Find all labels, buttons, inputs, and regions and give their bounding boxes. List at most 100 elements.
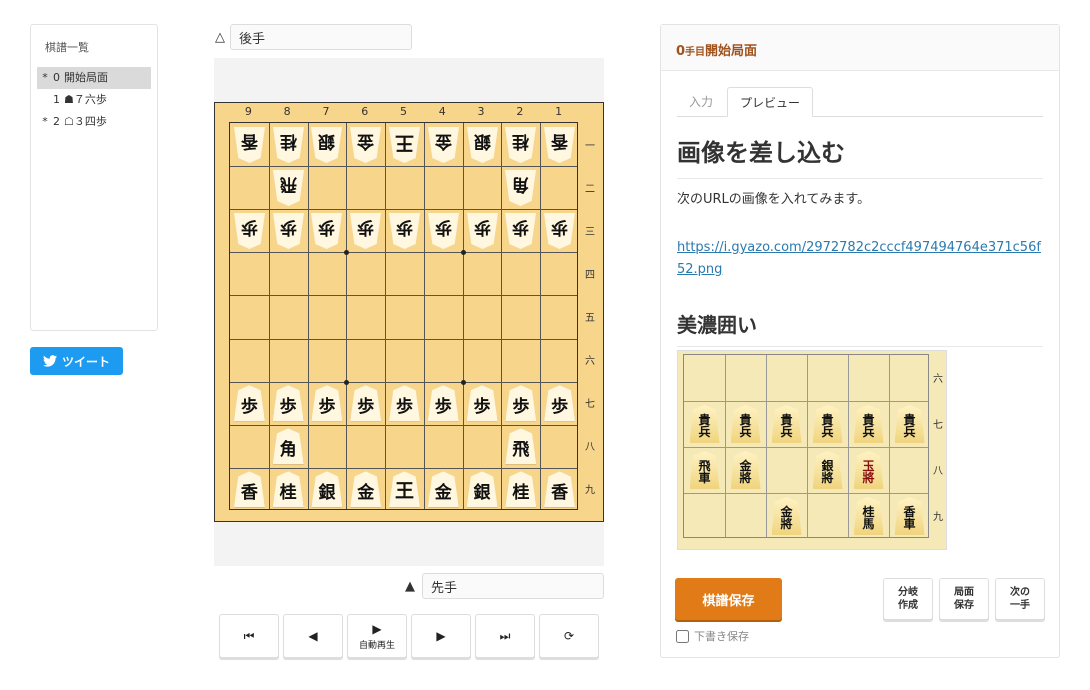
piece-label: 銀 <box>466 471 498 508</box>
shogi-piece[interactable]: 角 <box>269 425 308 468</box>
next-move-small-button[interactable]: 次の 一手 <box>995 578 1045 620</box>
shogi-piece[interactable]: 香 <box>540 468 579 511</box>
shogi-piece[interactable]: 歩 <box>230 209 269 252</box>
shogi-piece[interactable]: 飛 <box>269 166 308 209</box>
last-move-button[interactable]: ⏭ <box>475 614 535 658</box>
embed-piece-char: 兵 <box>862 425 875 439</box>
shogi-piece[interactable]: 歩 <box>269 382 308 425</box>
shogi-piece[interactable]: 歩 <box>385 382 424 425</box>
shogi-piece[interactable]: 王 <box>385 123 424 166</box>
embed-piece-char: 將 <box>821 471 834 485</box>
twitter-bird-icon <box>42 355 57 367</box>
shogi-board[interactable]: 香桂銀金王金銀桂香飛角歩歩歩歩歩歩歩歩歩歩歩歩歩歩歩歩歩歩角飛香桂銀金王金銀桂香… <box>214 102 604 522</box>
shogi-piece[interactable]: 歩 <box>230 382 269 425</box>
piece-label: 歩 <box>233 385 265 422</box>
kifu-move-item[interactable]: * 2 ☖３四歩 <box>37 111 151 133</box>
gote-name-input[interactable] <box>230 24 412 50</box>
embed-piece-label: 貴兵 <box>812 405 843 443</box>
grid-line <box>385 123 387 509</box>
shogi-piece[interactable]: 歩 <box>308 209 347 252</box>
embed-piece-label: 貴兵 <box>730 405 761 443</box>
rank-label: 一 <box>585 140 595 152</box>
shogi-piece[interactable]: 銀 <box>463 123 502 166</box>
embed-piece: 貴兵 <box>725 401 766 447</box>
shogi-piece[interactable]: 桂 <box>501 123 540 166</box>
shogi-piece[interactable]: 金 <box>424 123 463 166</box>
shogi-piece[interactable]: 角 <box>501 166 540 209</box>
grid-line <box>307 123 309 509</box>
grid-line <box>462 123 464 509</box>
shogi-piece[interactable]: 金 <box>346 468 385 511</box>
save-kifu-button[interactable]: 棋譜保存 <box>675 578 782 620</box>
piece-label: 銀 <box>467 127 498 163</box>
shogi-piece[interactable]: 桂 <box>269 468 308 511</box>
position-name: 開始局面 <box>705 44 758 59</box>
kifu-move-text: ☖３四歩 <box>64 115 107 128</box>
rank-label: 七 <box>585 399 595 411</box>
shogi-piece[interactable]: 桂 <box>501 468 540 511</box>
piece-label: 金 <box>428 127 459 163</box>
next-move-icon: ▶ <box>436 629 446 643</box>
shogi-piece[interactable]: 香 <box>540 123 579 166</box>
piece-label: 歩 <box>428 213 459 249</box>
embed-piece-label: 香車 <box>894 497 925 535</box>
shogi-piece[interactable]: 歩 <box>424 209 463 252</box>
shogi-piece[interactable]: 香 <box>230 468 269 511</box>
position-save-button[interactable]: 局面 保存 <box>939 578 989 620</box>
embed-piece: 金將 <box>766 493 807 539</box>
shogi-piece[interactable]: 歩 <box>463 382 502 425</box>
shogi-piece[interactable]: 金 <box>424 468 463 511</box>
shogi-piece[interactable]: 歩 <box>308 382 347 425</box>
piece-label: 歩 <box>311 385 343 422</box>
tweet-button[interactable]: ツイート <box>30 347 123 375</box>
piece-label: 角 <box>505 170 536 206</box>
shogi-piece[interactable]: 歩 <box>463 209 502 252</box>
shogi-piece[interactable]: 歩 <box>424 382 463 425</box>
piece-label: 歩 <box>273 213 304 249</box>
sente-name-input[interactable] <box>422 573 604 599</box>
next-move-button[interactable]: ▶ <box>411 614 471 658</box>
draft-save-checkbox[interactable] <box>676 629 689 643</box>
shogi-piece[interactable]: 銀 <box>308 123 347 166</box>
shogi-piece[interactable]: 歩 <box>540 382 579 425</box>
kifu-move-item[interactable]: * 0 開始局面 <box>37 67 151 89</box>
shogi-piece[interactable]: 銀 <box>308 468 347 511</box>
preview-paragraph: 次のURLの画像を入れてみます。 <box>677 192 871 207</box>
shogi-piece[interactable]: 歩 <box>501 209 540 252</box>
piece-label: 桂 <box>273 127 304 163</box>
shogi-piece[interactable]: 歩 <box>501 382 540 425</box>
shogi-piece[interactable]: 歩 <box>346 209 385 252</box>
shogi-piece[interactable]: 飛 <box>501 425 540 468</box>
shogi-piece[interactable]: 歩 <box>540 209 579 252</box>
shogi-piece[interactable]: 王 <box>385 468 424 511</box>
kifu-move-item[interactable]: 1 ☗７六歩 <box>37 89 151 111</box>
tweet-label: ツイート <box>61 354 110 369</box>
prev-move-button[interactable]: ◀ <box>283 614 343 658</box>
file-label: 8 <box>283 105 291 118</box>
autoplay-button[interactable]: ▶ 自動再生 <box>347 614 407 658</box>
sente-mark: ▲ <box>405 578 415 594</box>
kifu-move-text: ☗７六歩 <box>64 93 107 106</box>
shogi-piece[interactable]: 香 <box>230 123 269 166</box>
flip-board-button[interactable]: ⟳ <box>539 614 599 658</box>
branch-create-button[interactable]: 分岐 作成 <box>883 578 933 620</box>
shogi-piece[interactable]: 桂 <box>269 123 308 166</box>
embed-piece-label: 金將 <box>730 451 761 489</box>
tab-input[interactable]: 入力 <box>677 87 725 117</box>
embed-piece-label: 玉將 <box>853 451 884 489</box>
piece-label: 歩 <box>311 213 342 249</box>
shogi-piece[interactable]: 金 <box>346 123 385 166</box>
embed-piece-label: 貴兵 <box>689 405 720 443</box>
rank-label: 三 <box>585 226 595 238</box>
piece-label: 歩 <box>505 213 536 249</box>
preview-image-link[interactable]: https://i.gyazo.com/2972782c2cccf4974947… <box>677 237 1043 281</box>
shogi-piece[interactable]: 歩 <box>385 209 424 252</box>
first-move-button[interactable]: ⏮ <box>219 614 279 658</box>
tab-preview[interactable]: プレビュー <box>727 87 814 117</box>
shogi-piece[interactable]: 歩 <box>269 209 308 252</box>
shogi-piece[interactable]: 歩 <box>346 382 385 425</box>
shogi-piece[interactable]: 銀 <box>463 468 502 511</box>
draft-save-row[interactable]: 下書き保存 <box>676 628 749 644</box>
prev-move-icon: ◀ <box>308 629 318 643</box>
draft-save-label: 下書き保存 <box>694 630 749 643</box>
